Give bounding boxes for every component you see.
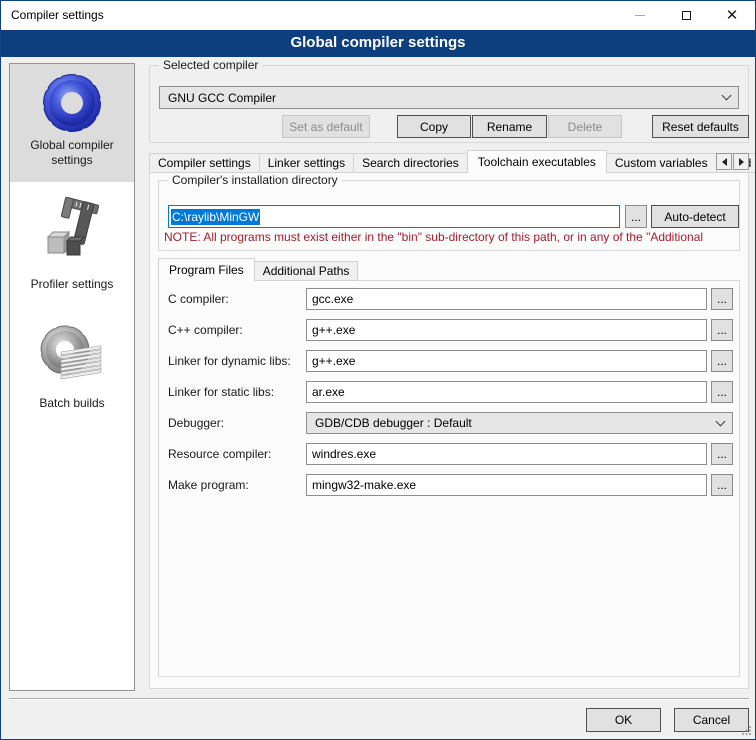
browse-linker-dynamic-button[interactable]: ... — [711, 350, 733, 372]
field-label: C compiler: — [168, 292, 229, 306]
tab-program-files[interactable]: Program Files — [158, 258, 255, 281]
close-button[interactable]: ✕ — [709, 1, 755, 30]
field-row-debugger: Debugger: GDB/CDB debugger : Default — [159, 412, 739, 434]
c-compiler-input[interactable] — [306, 288, 707, 310]
field-row-cpp-compiler: C++ compiler: ... — [159, 319, 739, 341]
debugger-select-value: GDB/CDB debugger : Default — [315, 416, 472, 430]
delete-button[interactable]: Delete — [548, 115, 622, 138]
cpp-compiler-input[interactable] — [306, 319, 707, 341]
field-row-resource-compiler: Resource compiler: ... — [159, 443, 739, 465]
installation-directory-input[interactable]: C:\raylib\MinGW — [168, 205, 620, 228]
browse-cpp-compiler-button[interactable]: ... — [711, 319, 733, 341]
cancel-button[interactable]: Cancel — [674, 708, 749, 732]
compiler-settings-dialog: Compiler settings ✕ Global compiler sett… — [0, 0, 756, 740]
tab-scroll-left-button[interactable] — [716, 153, 732, 170]
note-text: NOTE: All programs must exist either in … — [164, 230, 738, 244]
browse-c-compiler-button[interactable]: ... — [711, 288, 733, 310]
arrow-right-icon — [739, 158, 744, 166]
tab-additional-paths[interactable]: Additional Paths — [254, 261, 359, 281]
make-program-input[interactable] — [306, 474, 707, 496]
minimize-button[interactable] — [617, 1, 663, 30]
ok-button[interactable]: OK — [586, 708, 661, 732]
selected-compiler-group: Selected compiler GNU GCC Compiler Set a… — [149, 65, 749, 143]
selected-path-text: C:\raylib\MinGW — [171, 209, 260, 225]
linker-static-input[interactable] — [306, 381, 707, 403]
compiler-select-value: GNU GCC Compiler — [168, 91, 276, 105]
settings-category-list: Global compiler settings Profiler settin… — [9, 63, 135, 691]
sidebar-item-profiler-settings[interactable]: Profiler settings — [10, 189, 134, 292]
tab-scrollers — [715, 153, 749, 170]
caliper-icon — [40, 195, 104, 273]
program-files-page: C compiler: ... C++ compiler: ... Linker… — [158, 280, 740, 677]
reset-defaults-button[interactable]: Reset defaults — [652, 115, 749, 138]
chevron-down-icon — [716, 416, 726, 426]
field-label: Resource compiler: — [168, 447, 271, 461]
field-label: Make program: — [168, 478, 249, 492]
chevron-down-icon — [722, 91, 732, 101]
field-row-linker-dynamic: Linker for dynamic libs: ... — [159, 350, 739, 372]
debugger-select[interactable]: GDB/CDB debugger : Default — [306, 412, 733, 434]
page-title: Global compiler settings — [1, 30, 755, 57]
close-icon: ✕ — [726, 8, 739, 23]
toolchain-executables-page: Compiler's installation directory C:\ray… — [149, 172, 749, 689]
gray-gear-stack-icon — [39, 322, 105, 392]
browse-linker-static-button[interactable]: ... — [711, 381, 733, 403]
window-controls: ✕ — [617, 1, 755, 30]
copy-button[interactable]: Copy — [397, 115, 471, 138]
tab-linker-settings[interactable]: Linker settings — [259, 153, 354, 173]
sidebar-item-label: Profiler settings — [10, 273, 134, 292]
sidebar-item-label: Global compiler settings — [10, 134, 134, 168]
installation-directory-group: Compiler's installation directory C:\ray… — [158, 180, 740, 251]
minimize-icon — [635, 15, 645, 16]
maximize-button[interactable] — [663, 1, 709, 30]
browse-resource-compiler-button[interactable]: ... — [711, 443, 733, 465]
set-as-default-button[interactable]: Set as default — [282, 115, 370, 138]
maximize-icon — [682, 11, 691, 20]
group-legend: Compiler's installation directory — [168, 173, 342, 187]
browse-make-program-button[interactable]: ... — [711, 474, 733, 496]
rename-button[interactable]: Rename — [472, 115, 547, 138]
tab-search-directories[interactable]: Search directories — [353, 153, 468, 173]
tab-custom-variables[interactable]: Custom variables — [606, 153, 717, 173]
auto-detect-button[interactable]: Auto-detect — [651, 205, 739, 228]
sidebar-item-batch-builds[interactable]: Batch builds — [10, 316, 134, 411]
field-label: Linker for static libs: — [168, 385, 274, 399]
field-row-linker-static: Linker for static libs: ... — [159, 381, 739, 403]
sidebar-item-global-compiler-settings[interactable]: Global compiler settings — [10, 64, 134, 182]
field-label: C++ compiler: — [168, 323, 243, 337]
field-label: Debugger: — [168, 416, 224, 430]
group-legend: Selected compiler — [159, 58, 262, 72]
window-title: Compiler settings — [11, 1, 104, 30]
tab-compiler-settings[interactable]: Compiler settings — [149, 153, 260, 173]
field-row-make-program: Make program: ... — [159, 474, 739, 496]
program-files-tabstrip: Program Files Additional Paths — [158, 258, 357, 281]
title-bar[interactable]: Compiler settings ✕ — [1, 1, 755, 30]
field-label: Linker for dynamic libs: — [168, 354, 291, 368]
browse-directory-button[interactable]: ... — [625, 205, 647, 228]
compiler-select[interactable]: GNU GCC Compiler — [159, 86, 739, 109]
compiler-settings-tabstrip: Compiler settings Linker settings Search… — [149, 150, 749, 173]
blue-gear-icon — [40, 70, 104, 134]
resource-compiler-input[interactable] — [306, 443, 707, 465]
linker-dynamic-input[interactable] — [306, 350, 707, 372]
footer-divider — [9, 698, 749, 700]
arrow-left-icon — [722, 158, 727, 166]
tab-scroll-right-button[interactable] — [733, 153, 749, 170]
tab-toolchain-executables[interactable]: Toolchain executables — [467, 150, 607, 173]
sidebar-item-label: Batch builds — [10, 392, 134, 411]
field-row-c-compiler: C compiler: ... — [159, 288, 739, 310]
resize-grip[interactable] — [741, 725, 752, 736]
